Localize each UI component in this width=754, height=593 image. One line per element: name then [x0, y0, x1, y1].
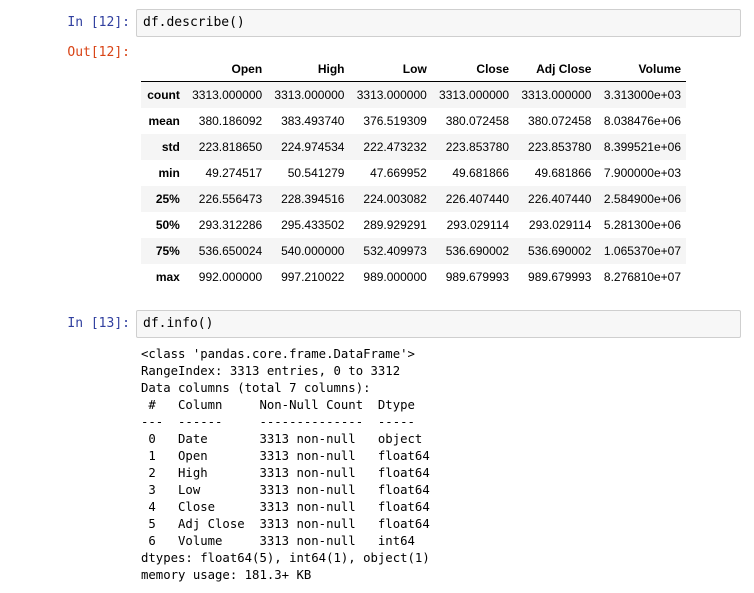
table-cell: 3313.000000 [439, 88, 510, 102]
table-cell: 224.003082 [363, 192, 427, 206]
table-cell: 223.818650 [198, 140, 263, 154]
table-row: max 992.000000 997.210022 989.000000 989.679… [141, 264, 686, 290]
code-input-12[interactable]: df.describe() [136, 9, 741, 37]
column-header: Low [349, 57, 432, 82]
output-line: 5 Adj Close 3313 non-null float64 [141, 517, 430, 531]
output-line: 3 Low 3313 non-null float64 [141, 483, 430, 497]
table-cell: 295.433502 [281, 218, 345, 232]
row-label: 25% [155, 192, 180, 206]
row-label: 75% [155, 244, 180, 258]
table-cell: 7.900000e+03 [603, 166, 681, 180]
table-cell: 226.407440 [445, 192, 510, 206]
column-header: Open [184, 57, 268, 82]
row-label: count [147, 88, 180, 102]
table-cell: 1.065370e+07 [603, 244, 681, 258]
table-cell: 989.679993 [445, 270, 510, 284]
describe-table: Open High Low Close Adj Close Volume cou… [141, 57, 686, 290]
table-cell: 992.000000 [198, 270, 263, 284]
column-header [141, 57, 185, 82]
table-row: 75% 536.650024 540.000000 532.409973 536.690… [141, 238, 686, 264]
table-cell: 293.312286 [198, 218, 263, 232]
output-line: --- ------ -------------- ----- [141, 415, 430, 429]
output-line: Data columns (total 7 columns): [141, 381, 371, 395]
table-cell: 536.690002 [445, 244, 510, 258]
table-cell: 49.681866 [534, 166, 592, 180]
output-prompt-12: Out[12]: [67, 45, 130, 60]
table-cell: 293.029114 [528, 218, 592, 232]
table-cell: 49.681866 [452, 166, 510, 180]
table-cell: 989.679993 [528, 270, 592, 284]
describe-table-body: count 3313.000000 3313.000000 3313.000000 33… [141, 81, 686, 291]
table-cell: 997.210022 [281, 270, 345, 284]
table-cell: 380.072458 [445, 114, 510, 128]
output-line: memory usage: 181.3+ KB [141, 568, 312, 582]
table-cell: 380.186092 [198, 114, 263, 128]
table-cell: 540.000000 [281, 244, 345, 258]
output-line: 0 Date 3313 non-null object [141, 432, 430, 446]
table-cell: 3313.000000 [192, 88, 263, 102]
output-line: # Column Non-Null Count Dtype [141, 398, 430, 412]
row-label: std [161, 140, 180, 154]
table-cell: 224.974534 [281, 140, 345, 154]
table-cell: 2.584900e+06 [603, 192, 681, 206]
output-line: <class 'pandas.core.frame.DataFrame'> [141, 347, 415, 361]
column-header: Close [431, 57, 515, 82]
table-cell: 532.409973 [363, 244, 427, 258]
table-row: 50% 293.312286 295.433502 289.929291 293.029… [141, 212, 686, 238]
table-cell: 223.853780 [445, 140, 510, 154]
output-line: RangeIndex: 3313 entries, 0 to 3312 [141, 364, 401, 378]
row-label: min [158, 166, 180, 180]
table-cell: 3.313000e+03 [603, 88, 681, 102]
table-cell: 989.000000 [363, 270, 427, 284]
table-cell: 380.072458 [528, 114, 592, 128]
table-row: min 49.274517 50.541279 47.669952 49.681866 4… [141, 160, 686, 186]
table-cell: 383.493740 [281, 114, 345, 128]
table-row: count 3313.000000 3313.000000 3313.000000 33… [141, 81, 686, 108]
table-cell: 5.281300e+06 [603, 218, 681, 232]
row-label: mean [148, 114, 180, 128]
table-cell: 226.556473 [198, 192, 263, 206]
output-line: 4 Close 3313 non-null float64 [141, 500, 430, 514]
table-cell: 536.690002 [528, 244, 592, 258]
table-cell: 3313.000000 [356, 88, 427, 102]
output-line: 6 Volume 3313 non-null int64 [141, 534, 430, 548]
output-line: 1 Open 3313 non-null float64 [141, 449, 430, 463]
input-prompt-13: In [13]: [67, 316, 130, 331]
table-cell: 222.473232 [363, 140, 427, 154]
table-cell: 8.276810e+07 [603, 270, 681, 284]
column-header: Adj Close [514, 57, 597, 82]
column-header: Volume [596, 57, 686, 82]
table-row: 25% 226.556473 228.394516 224.003082 226.407… [141, 186, 686, 212]
table-cell: 376.519309 [363, 114, 427, 128]
table-row: mean 380.186092 383.493740 376.519309 380.07… [141, 108, 686, 134]
table-cell: 8.038476e+06 [603, 114, 681, 128]
row-label: 50% [155, 218, 180, 232]
input-prompt-12: In [12]: [67, 15, 130, 30]
table-row: std 223.818650 224.974534 222.473232 223.853… [141, 134, 686, 160]
table-cell: 3313.000000 [521, 88, 592, 102]
table-cell: 228.394516 [281, 192, 345, 206]
header-row: Open High Low Close Adj Close Volume [141, 57, 686, 82]
table-cell: 536.650024 [198, 244, 263, 258]
output-line: 2 High 3313 non-null float64 [141, 466, 430, 480]
info-output: <class 'pandas.core.frame.DataFrame'> Ra… [141, 346, 430, 584]
table-cell: 223.853780 [528, 140, 592, 154]
describe-table-header: Open High Low Close Adj Close Volume [141, 57, 686, 82]
table-cell: 289.929291 [363, 218, 427, 232]
output-line: dtypes: float64(5), int64(1), object(1) [141, 551, 430, 565]
row-label: max [155, 270, 180, 284]
table-cell: 50.541279 [287, 166, 345, 180]
table-cell: 8.399521e+06 [603, 140, 681, 154]
table-cell: 49.274517 [205, 166, 263, 180]
table-cell: 226.407440 [528, 192, 592, 206]
column-header: High [267, 57, 350, 82]
table-cell: 3313.000000 [274, 88, 345, 102]
table-cell: 47.669952 [370, 166, 427, 180]
code-input-13[interactable]: df.info() [136, 310, 741, 338]
table-cell: 293.029114 [446, 218, 510, 232]
